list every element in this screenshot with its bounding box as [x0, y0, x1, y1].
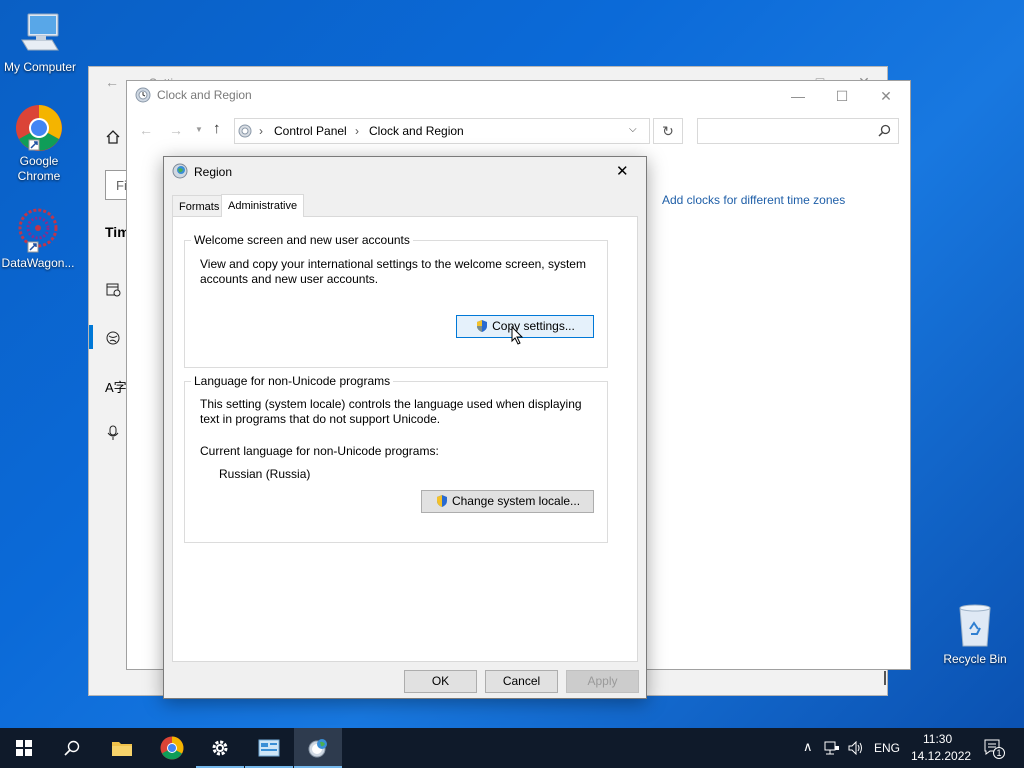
- mouse-cursor-icon: [511, 325, 525, 349]
- unicode-group-label: Language for non-Unicode programs: [191, 374, 394, 388]
- language-indicator[interactable]: ENG: [874, 741, 900, 755]
- unicode-description: This setting (system locale) controls th…: [200, 397, 582, 426]
- control-panel-icon: [258, 739, 280, 757]
- search-icon: [878, 124, 891, 140]
- copy-settings-button[interactable]: Copy settings...: [456, 315, 594, 338]
- recycle-bin-icon: [951, 602, 999, 650]
- forward-icon[interactable]: →: [169, 122, 183, 138]
- back-arrow-icon[interactable]: ←: [105, 74, 119, 90]
- region-icon[interactable]: [105, 330, 121, 349]
- welcome-group-label: Welcome screen and new user accounts: [191, 233, 413, 247]
- dialog-close-button[interactable]: ✕: [616, 162, 629, 180]
- clock-date[interactable]: 14.12.2022: [911, 749, 971, 763]
- cp-search-input[interactable]: [697, 118, 899, 144]
- uac-shield-icon: [435, 494, 449, 515]
- date-time-icon[interactable]: [105, 281, 121, 300]
- home-icon[interactable]: [105, 129, 121, 148]
- taskbar-settings[interactable]: [196, 728, 244, 768]
- welcome-group: Welcome screen and new user accounts Vie…: [184, 233, 608, 368]
- back-icon[interactable]: ←: [139, 122, 153, 138]
- globe-icon: [172, 163, 188, 182]
- gear-icon: [212, 740, 228, 756]
- resize-grip[interactable]: [884, 671, 886, 685]
- up-icon[interactable]: ↑: [213, 120, 221, 137]
- desktop-icon-my-computer[interactable]: My Computer: [0, 10, 80, 75]
- windows-logo-icon: [16, 740, 32, 756]
- action-center-button[interactable]: 1: [983, 738, 1005, 760]
- refresh-button[interactable]: ↻: [653, 118, 683, 144]
- ok-button[interactable]: OK: [404, 670, 477, 693]
- desktop-icon-label: Google Chrome: [17, 154, 61, 183]
- datawagon-icon: [14, 206, 62, 254]
- taskbar-file-explorer[interactable]: [98, 728, 146, 768]
- unicode-group: Language for non-Unicode programs This s…: [184, 374, 608, 543]
- taskbar-chrome[interactable]: [148, 728, 196, 768]
- network-icon[interactable]: [824, 741, 840, 755]
- cp-close-button[interactable]: ✕: [863, 81, 909, 111]
- tray-overflow-icon[interactable]: ∧: [803, 739, 813, 755]
- current-language-value: Russian (Russia): [219, 467, 311, 481]
- chrome-icon: [15, 104, 63, 152]
- refresh-icon: ↻: [662, 123, 674, 139]
- desktop-icon-label: My Computer: [3, 60, 77, 74]
- language-icon[interactable]: A字: [105, 377, 127, 396]
- uac-shield-icon: [475, 319, 489, 340]
- desktop-icon-label: DataWagon...: [1, 256, 75, 270]
- cp-title: Clock and Region: [157, 88, 252, 102]
- computer-icon: [16, 10, 64, 58]
- taskbar-search-button[interactable]: [48, 728, 96, 768]
- change-system-locale-button[interactable]: Change system locale...: [421, 490, 594, 513]
- search-icon: [64, 740, 80, 756]
- breadcrumb-control-panel[interactable]: Control Panel: [274, 124, 347, 138]
- desktop-icon-chrome[interactable]: Google Chrome: [0, 104, 79, 184]
- administrative-panel: Welcome screen and new user accounts Vie…: [172, 216, 638, 662]
- address-dropdown-icon[interactable]: ⌵: [629, 124, 637, 135]
- apply-button[interactable]: Apply: [566, 670, 639, 693]
- tab-formats[interactable]: Formats: [172, 195, 227, 217]
- current-language-label: Current language for non-Unicode program…: [200, 444, 439, 458]
- clock-time[interactable]: 11:30: [923, 732, 952, 746]
- add-clocks-link[interactable]: Add clocks for different time zones: [662, 193, 845, 207]
- welcome-description: View and copy your international setting…: [200, 257, 586, 286]
- microphone-icon[interactable]: [105, 425, 121, 444]
- breadcrumb-clock-region[interactable]: Clock and Region: [369, 124, 464, 138]
- cancel-button[interactable]: Cancel: [485, 670, 558, 693]
- breadcrumb-separator: ›: [355, 124, 359, 138]
- cp-maximize-button[interactable]: ☐: [819, 81, 865, 111]
- clock-region-icon: [308, 739, 327, 758]
- taskbar: ∧ ENG 11:30 14.12.2022 1: [0, 728, 1024, 768]
- desktop-icon-datawagon[interactable]: DataWagon...: [0, 206, 78, 271]
- desktop-icon-label: Recycle Bin: [943, 652, 1007, 666]
- taskbar-region[interactable]: [294, 728, 342, 768]
- address-bar[interactable]: › Control Panel › Clock and Region ⌵: [234, 118, 650, 144]
- chrome-icon: [160, 736, 184, 760]
- clock-region-icon: [135, 87, 151, 106]
- control-panel-icon: [237, 123, 253, 142]
- breadcrumb-separator: ›: [259, 124, 263, 138]
- notification-badge: 1: [993, 747, 1005, 759]
- start-button[interactable]: [0, 728, 48, 768]
- desktop-icon-recycle-bin[interactable]: Recycle Bin: [935, 602, 1015, 667]
- region-dialog: Region ✕ Formats Administrative Welcome …: [163, 156, 647, 699]
- volume-icon[interactable]: [848, 741, 864, 755]
- dialog-title: Region: [194, 165, 233, 179]
- recent-dropdown-icon[interactable]: ▼: [195, 125, 203, 134]
- active-nav-indicator: [89, 325, 93, 349]
- taskbar-control-panel[interactable]: [245, 728, 293, 768]
- cp-minimize-button[interactable]: —: [775, 81, 821, 111]
- tab-administrative[interactable]: Administrative: [221, 194, 305, 217]
- folder-icon: [112, 742, 132, 756]
